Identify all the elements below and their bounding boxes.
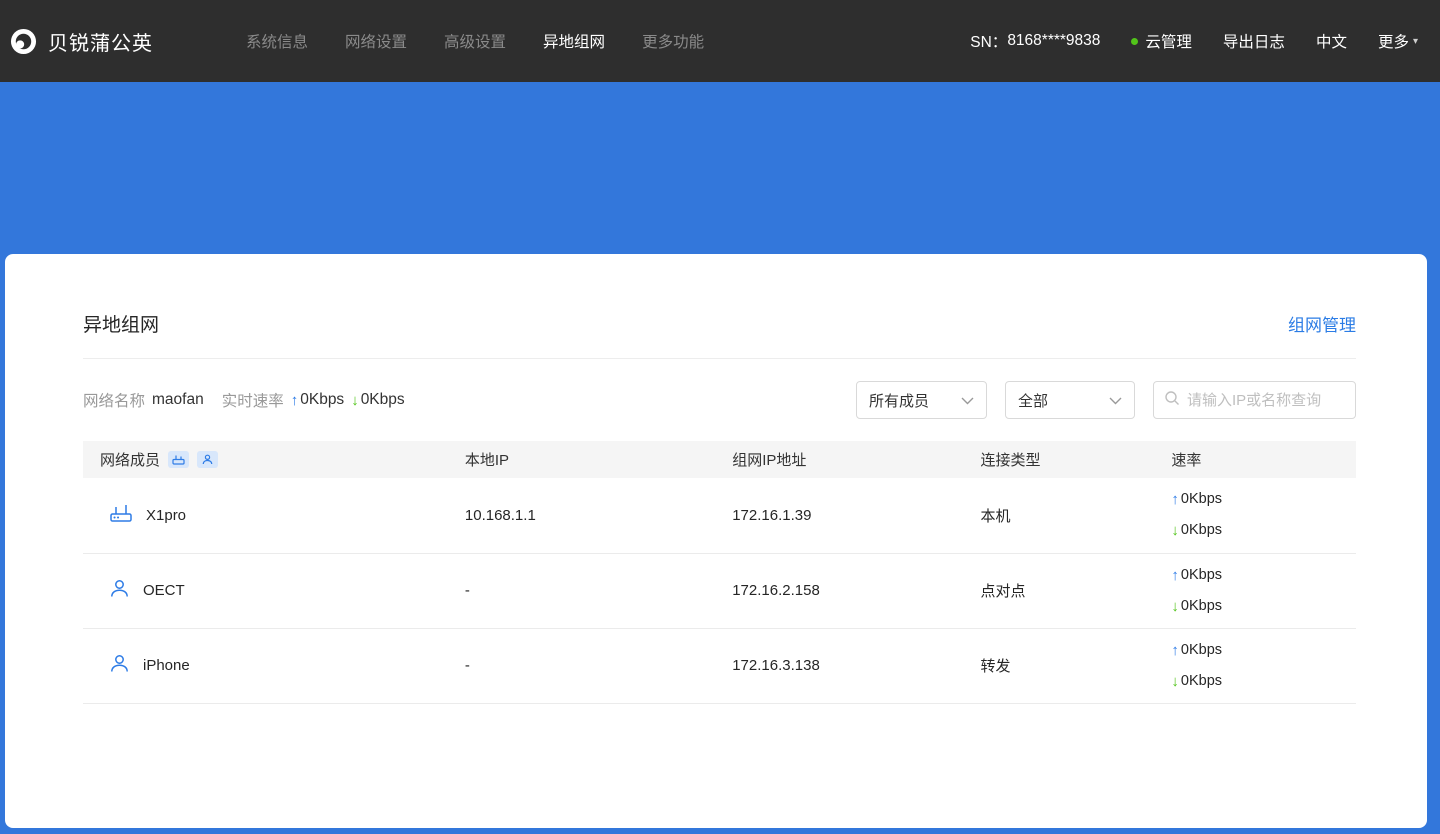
vpn-ip: 172.16.2.158 [732, 582, 820, 599]
nav-item-more-features[interactable]: 更多功能 [642, 30, 704, 52]
network-info-row: 网络名称 maofan 实时速率 ↑ 0Kbps ↓ 0Kbps 所有成员 全部… [83, 381, 1356, 419]
conn-type: 转发 [980, 658, 1011, 675]
up-arrow-icon: ↑ [1171, 491, 1179, 509]
cloud-management-link[interactable]: 云管理 [1131, 30, 1192, 52]
col-header-local-ip: 本地IP [464, 452, 510, 469]
cloud-management-label: 云管理 [1145, 34, 1192, 51]
page-title: 异地组网 [83, 315, 160, 336]
nav-item-remote-networking[interactable]: 异地组网 [543, 30, 605, 52]
member-table: 网络成员 本地IP 组网IP地址 连接类型 速率 X1pro 10.168.1.… [83, 441, 1356, 704]
more-menu[interactable]: 更多 ▾ [1378, 30, 1418, 52]
col-header-speed: 速率 [1171, 452, 1202, 469]
up-arrow-icon: ↑ [1171, 641, 1179, 659]
table-row: X1pro 10.168.1.1 172.16.1.39 本机 ↑ 0Kbps … [83, 478, 1356, 553]
table-row: iPhone - 172.16.3.138 转发 ↑ 0Kbps ↓ 0Kbps [83, 628, 1356, 703]
speed: ↑ 0Kbps ↓ 0Kbps [1171, 628, 1356, 703]
header-divider [83, 358, 1356, 359]
member-filter-value: 所有成员 [869, 392, 930, 410]
member-filter-select[interactable]: 所有成员 [856, 381, 987, 419]
panel-header: 异地组网 组网管理 [83, 310, 1356, 337]
search-icon [1164, 390, 1180, 411]
table-header-row: 网络成员 本地IP 组网IP地址 连接类型 速率 [83, 441, 1356, 478]
nav-item-system-info[interactable]: 系统信息 [246, 30, 308, 52]
down-arrow-icon: ↓ [351, 391, 359, 409]
conn-type: 本机 [980, 507, 1011, 525]
network-summary: 网络名称 maofan 实时速率 ↑ 0Kbps ↓ 0Kbps [83, 389, 405, 411]
more-menu-label: 更多 [1377, 34, 1409, 51]
realtime-speed-label: 实时速率 [221, 393, 284, 410]
type-filter-select[interactable]: 全部 [1005, 381, 1135, 419]
type-filter-value: 全部 [1018, 392, 1049, 410]
nav-item-advanced-settings[interactable]: 高级设置 [444, 30, 506, 52]
col-header-conn-type: 连接类型 [980, 452, 1041, 469]
search-box [1153, 381, 1356, 419]
local-ip: - [464, 657, 470, 674]
serial-number-label: SN： [970, 34, 1008, 51]
user-device-icon [109, 578, 130, 603]
col-header-members: 网络成员 [100, 452, 161, 469]
chevron-down-icon [961, 392, 974, 409]
search-input[interactable] [1187, 391, 1345, 409]
vpn-ip: 172.16.3.138 [732, 657, 820, 674]
download-speed: ↓ 0Kbps [351, 391, 404, 409]
member-name: OECT [143, 582, 185, 599]
chevron-down-icon [1109, 392, 1122, 409]
down-arrow-icon: ↓ [1171, 522, 1179, 540]
language-switcher[interactable]: 中文 [1316, 30, 1347, 52]
member-name: iPhone [143, 657, 190, 674]
col-header-vpn-ip: 组网IP地址 [732, 452, 807, 469]
down-arrow-icon: ↓ [1171, 672, 1179, 690]
brand-name: 贝锐蒲公英 [48, 32, 153, 55]
brand-logo-icon [10, 28, 37, 55]
local-ip: 10.168.1.1 [464, 506, 536, 524]
upload-speed: ↑ 0Kbps [291, 391, 344, 409]
nav-item-network-settings[interactable]: 网络设置 [345, 30, 407, 52]
download-speed-value: 0Kbps [360, 391, 405, 408]
serial-number-value: 8168****9838 [1007, 32, 1101, 49]
up-arrow-icon: ↑ [1171, 566, 1179, 584]
network-name-value: maofan [152, 391, 204, 408]
user-device-icon [109, 653, 130, 678]
top-navbar: 贝锐蒲公英 系统信息 网络设置 高级设置 异地组网 更多功能 SN： 8168*… [0, 0, 1440, 82]
router-device-icon [109, 503, 133, 527]
navbar-right: SN： 8168****9838 云管理 导出日志 中文 更多 ▾ [970, 30, 1418, 52]
table-row: OECT - 172.16.2.158 点对点 ↑ 0Kbps ↓ 0Kbps [83, 553, 1356, 628]
down-arrow-icon: ↓ [1171, 597, 1179, 615]
member-name: X1pro [146, 506, 187, 524]
main-nav: 系统信息 网络设置 高级设置 异地组网 更多功能 [246, 30, 704, 52]
local-ip: - [464, 582, 470, 599]
remote-networking-panel: 异地组网 组网管理 网络名称 maofan 实时速率 ↑ 0Kbps ↓ 0Kb… [5, 254, 1427, 828]
upload-speed-value: 0Kbps [300, 391, 345, 408]
brand[interactable]: 贝锐蒲公英 [10, 27, 153, 56]
serial-number: SN： 8168****9838 [970, 30, 1100, 52]
router-filter-icon[interactable] [168, 451, 190, 468]
filter-controls: 所有成员 全部 [856, 381, 1356, 419]
network-name-label: 网络名称 [83, 393, 146, 410]
export-log-link[interactable]: 导出日志 [1223, 30, 1285, 52]
vpn-ip: 172.16.1.39 [732, 506, 812, 524]
speed: ↑ 0Kbps ↓ 0Kbps [1171, 553, 1356, 628]
page-body: 异地组网 组网管理 网络名称 maofan 实时速率 ↑ 0Kbps ↓ 0Kb… [5, 254, 1427, 828]
conn-type: 点对点 [980, 583, 1026, 600]
up-arrow-icon: ↑ [290, 391, 299, 409]
network-manage-link[interactable]: 组网管理 [1288, 311, 1356, 336]
chevron-down-icon: ▾ [1412, 35, 1418, 47]
user-filter-icon[interactable] [197, 451, 219, 468]
speed: ↑ 0Kbps ↓ 0Kbps [1171, 478, 1356, 553]
online-status-dot-icon [1131, 37, 1139, 45]
